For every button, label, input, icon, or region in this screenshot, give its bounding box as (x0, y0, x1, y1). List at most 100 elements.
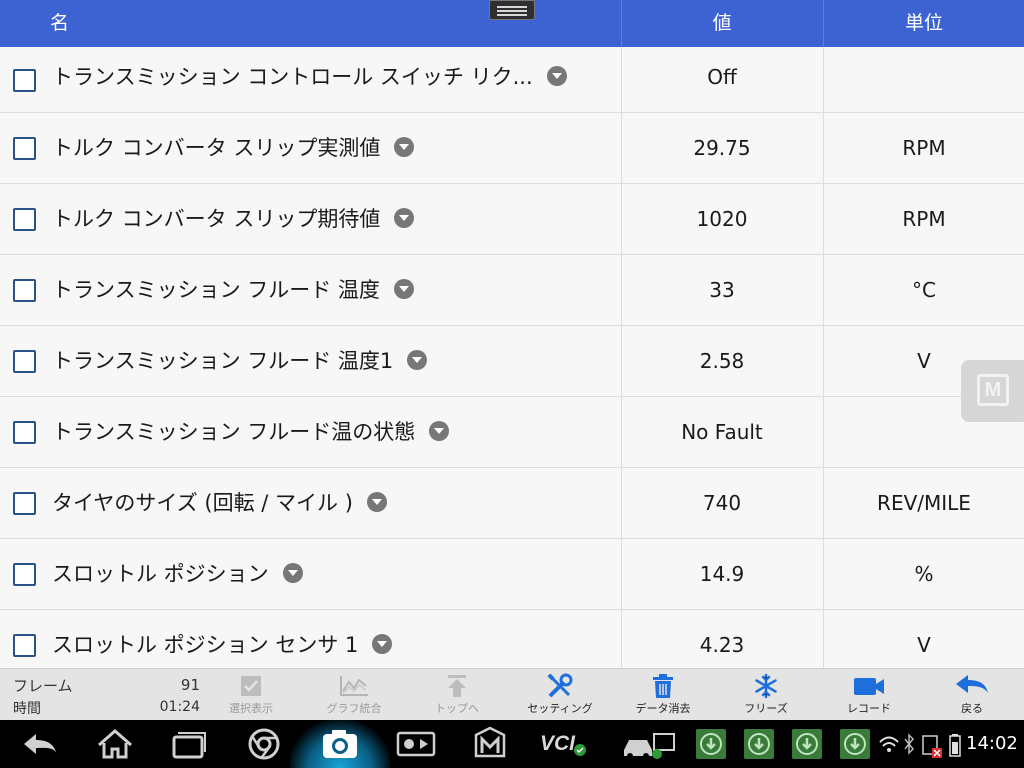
row-value: 29.75 (693, 136, 751, 160)
dropdown-icon[interactable] (393, 279, 414, 299)
row-checkbox[interactable] (13, 208, 36, 231)
row-unit: V (917, 633, 931, 657)
header-value: 値 (712, 12, 732, 34)
vehicle-connection-icon[interactable] (620, 720, 676, 768)
row-label: トルク コンバータ スリップ期待値 (52, 207, 381, 231)
row-label: トルク コンバータ スリップ実測値 (52, 136, 381, 160)
dropdown-icon[interactable] (394, 208, 415, 228)
header-unit: 単位 (904, 12, 943, 34)
back-icon[interactable] (20, 720, 60, 768)
row-checkbox[interactable] (13, 350, 36, 373)
dropdown-icon[interactable] (429, 421, 450, 441)
arrow-up-icon (448, 675, 466, 697)
table-row[interactable]: スロットル ポジション センサ 1 4.23 V (0, 610, 1024, 668)
row-label: タイヤのサイズ (回転 / マイル ) (52, 491, 353, 515)
row-label: トランスミッション コントロール スイッチ リク... (52, 65, 533, 89)
download-icon (748, 733, 770, 755)
row-value: Off (707, 65, 737, 89)
back-arrow-icon (956, 675, 988, 693)
frame-label: フレーム (13, 677, 73, 695)
m-icon: M (977, 374, 1009, 406)
row-checkbox[interactable] (13, 563, 36, 586)
row-unit: RPM (902, 207, 946, 231)
row-value: 1020 (696, 207, 748, 231)
display-settings-icon[interactable] (396, 720, 436, 768)
download-icon (844, 733, 866, 755)
maxisys-m-icon[interactable] (472, 720, 508, 768)
row-checkbox[interactable] (13, 634, 36, 657)
download-icon (700, 733, 722, 755)
system-nav-bar: VCI 14:02 (0, 720, 1024, 768)
row-checkbox[interactable] (13, 68, 36, 92)
row-value: 2.58 (699, 349, 745, 373)
wifi-icon (879, 736, 899, 752)
bluetooth-icon (904, 733, 915, 755)
pull-down-handle[interactable] (489, 0, 535, 20)
browser-icon[interactable] (246, 720, 282, 768)
download-notification[interactable] (792, 729, 822, 759)
frame-value: 91 (180, 676, 200, 694)
snowflake-icon (755, 673, 777, 699)
dropdown-icon[interactable] (372, 634, 393, 654)
wrench-icon (547, 673, 573, 698)
freeze-button[interactable]: フリーズ (716, 673, 816, 719)
settings-button[interactable]: セッティング (510, 673, 610, 719)
dropdown-icon[interactable] (546, 66, 567, 86)
row-label: スロットル ポジション センサ 1 (52, 633, 359, 657)
table-row[interactable]: トランスミッション フルード 温度1 2.58 V (0, 326, 1024, 397)
row-value: 4.23 (699, 633, 745, 657)
row-checkbox[interactable] (13, 492, 36, 515)
time-value: 01:24 (159, 699, 200, 715)
recent-apps-icon[interactable] (170, 720, 210, 768)
row-checkbox[interactable] (13, 137, 36, 160)
data-list[interactable]: トランスミッション コントロール スイッチ リク... Off トルク コンバー… (0, 47, 1024, 668)
row-unit: RPM (902, 136, 946, 160)
table-row[interactable]: トランスミッション コントロール スイッチ リク... Off (0, 47, 1024, 113)
bottom-toolbar: フレーム 91 時間 01:24 選択表示 グラフ統合 トップへ セッティング (0, 668, 1024, 720)
download-icon (796, 733, 818, 755)
floating-m-button[interactable]: M (961, 360, 1024, 422)
row-checkbox[interactable] (13, 279, 36, 302)
row-unit: % (914, 562, 934, 586)
video-camera-icon (854, 678, 884, 695)
table-header: 名 値 単位 (0, 0, 1024, 47)
download-notification[interactable] (840, 729, 870, 759)
trash-icon (653, 674, 673, 698)
dropdown-icon[interactable] (282, 563, 303, 583)
dropdown-icon[interactable] (394, 137, 415, 157)
vci-connected-icon (574, 744, 586, 756)
time-label: 時間 (13, 701, 41, 717)
home-icon[interactable] (95, 720, 135, 768)
row-value: 33 (709, 278, 735, 302)
go-top-button[interactable]: トップへ (407, 673, 507, 719)
table-row[interactable]: トランスミッション フルード温の状態 No Fault (0, 397, 1024, 468)
check-box-icon (241, 676, 261, 696)
table-row[interactable]: トルク コンバータ スリップ期待値 1020 RPM (0, 184, 1024, 255)
back-button[interactable]: 戻る (922, 673, 1022, 719)
row-label: トランスミッション フルード温の状態 (52, 420, 416, 444)
dropdown-icon[interactable] (366, 492, 387, 512)
graph-merge-button[interactable]: グラフ統合 (304, 673, 404, 719)
battery-icon (949, 734, 961, 757)
download-notification[interactable] (744, 729, 774, 759)
table-row[interactable]: トランスミッション フルード 温度 33 °C (0, 255, 1024, 326)
row-value: 14.9 (699, 562, 745, 586)
status-clock: 14:02 (966, 733, 1018, 754)
download-notification[interactable] (696, 729, 726, 759)
row-label: トランスミッション フルード 温度1 (52, 349, 394, 373)
row-unit: REV/MILE (877, 491, 971, 515)
row-checkbox[interactable] (13, 421, 36, 444)
record-button[interactable]: レコード (819, 673, 919, 719)
row-label: スロットル ポジション (52, 562, 269, 586)
dropdown-icon[interactable] (407, 350, 428, 370)
header-name: 名 (50, 12, 70, 34)
row-value: 740 (702, 491, 742, 515)
select-display-button[interactable]: 選択表示 (201, 673, 301, 719)
row-unit (824, 47, 1024, 113)
table-row[interactable]: トルク コンバータ スリップ実測値 29.75 RPM (0, 113, 1024, 184)
camera-icon[interactable] (320, 720, 360, 768)
table-row[interactable]: スロットル ポジション 14.9 % (0, 539, 1024, 610)
table-row[interactable]: タイヤのサイズ (回転 / マイル ) 740 REV/MILE (0, 468, 1024, 539)
clear-data-button[interactable]: データ消去 (613, 673, 713, 719)
row-unit: °C (912, 278, 936, 302)
